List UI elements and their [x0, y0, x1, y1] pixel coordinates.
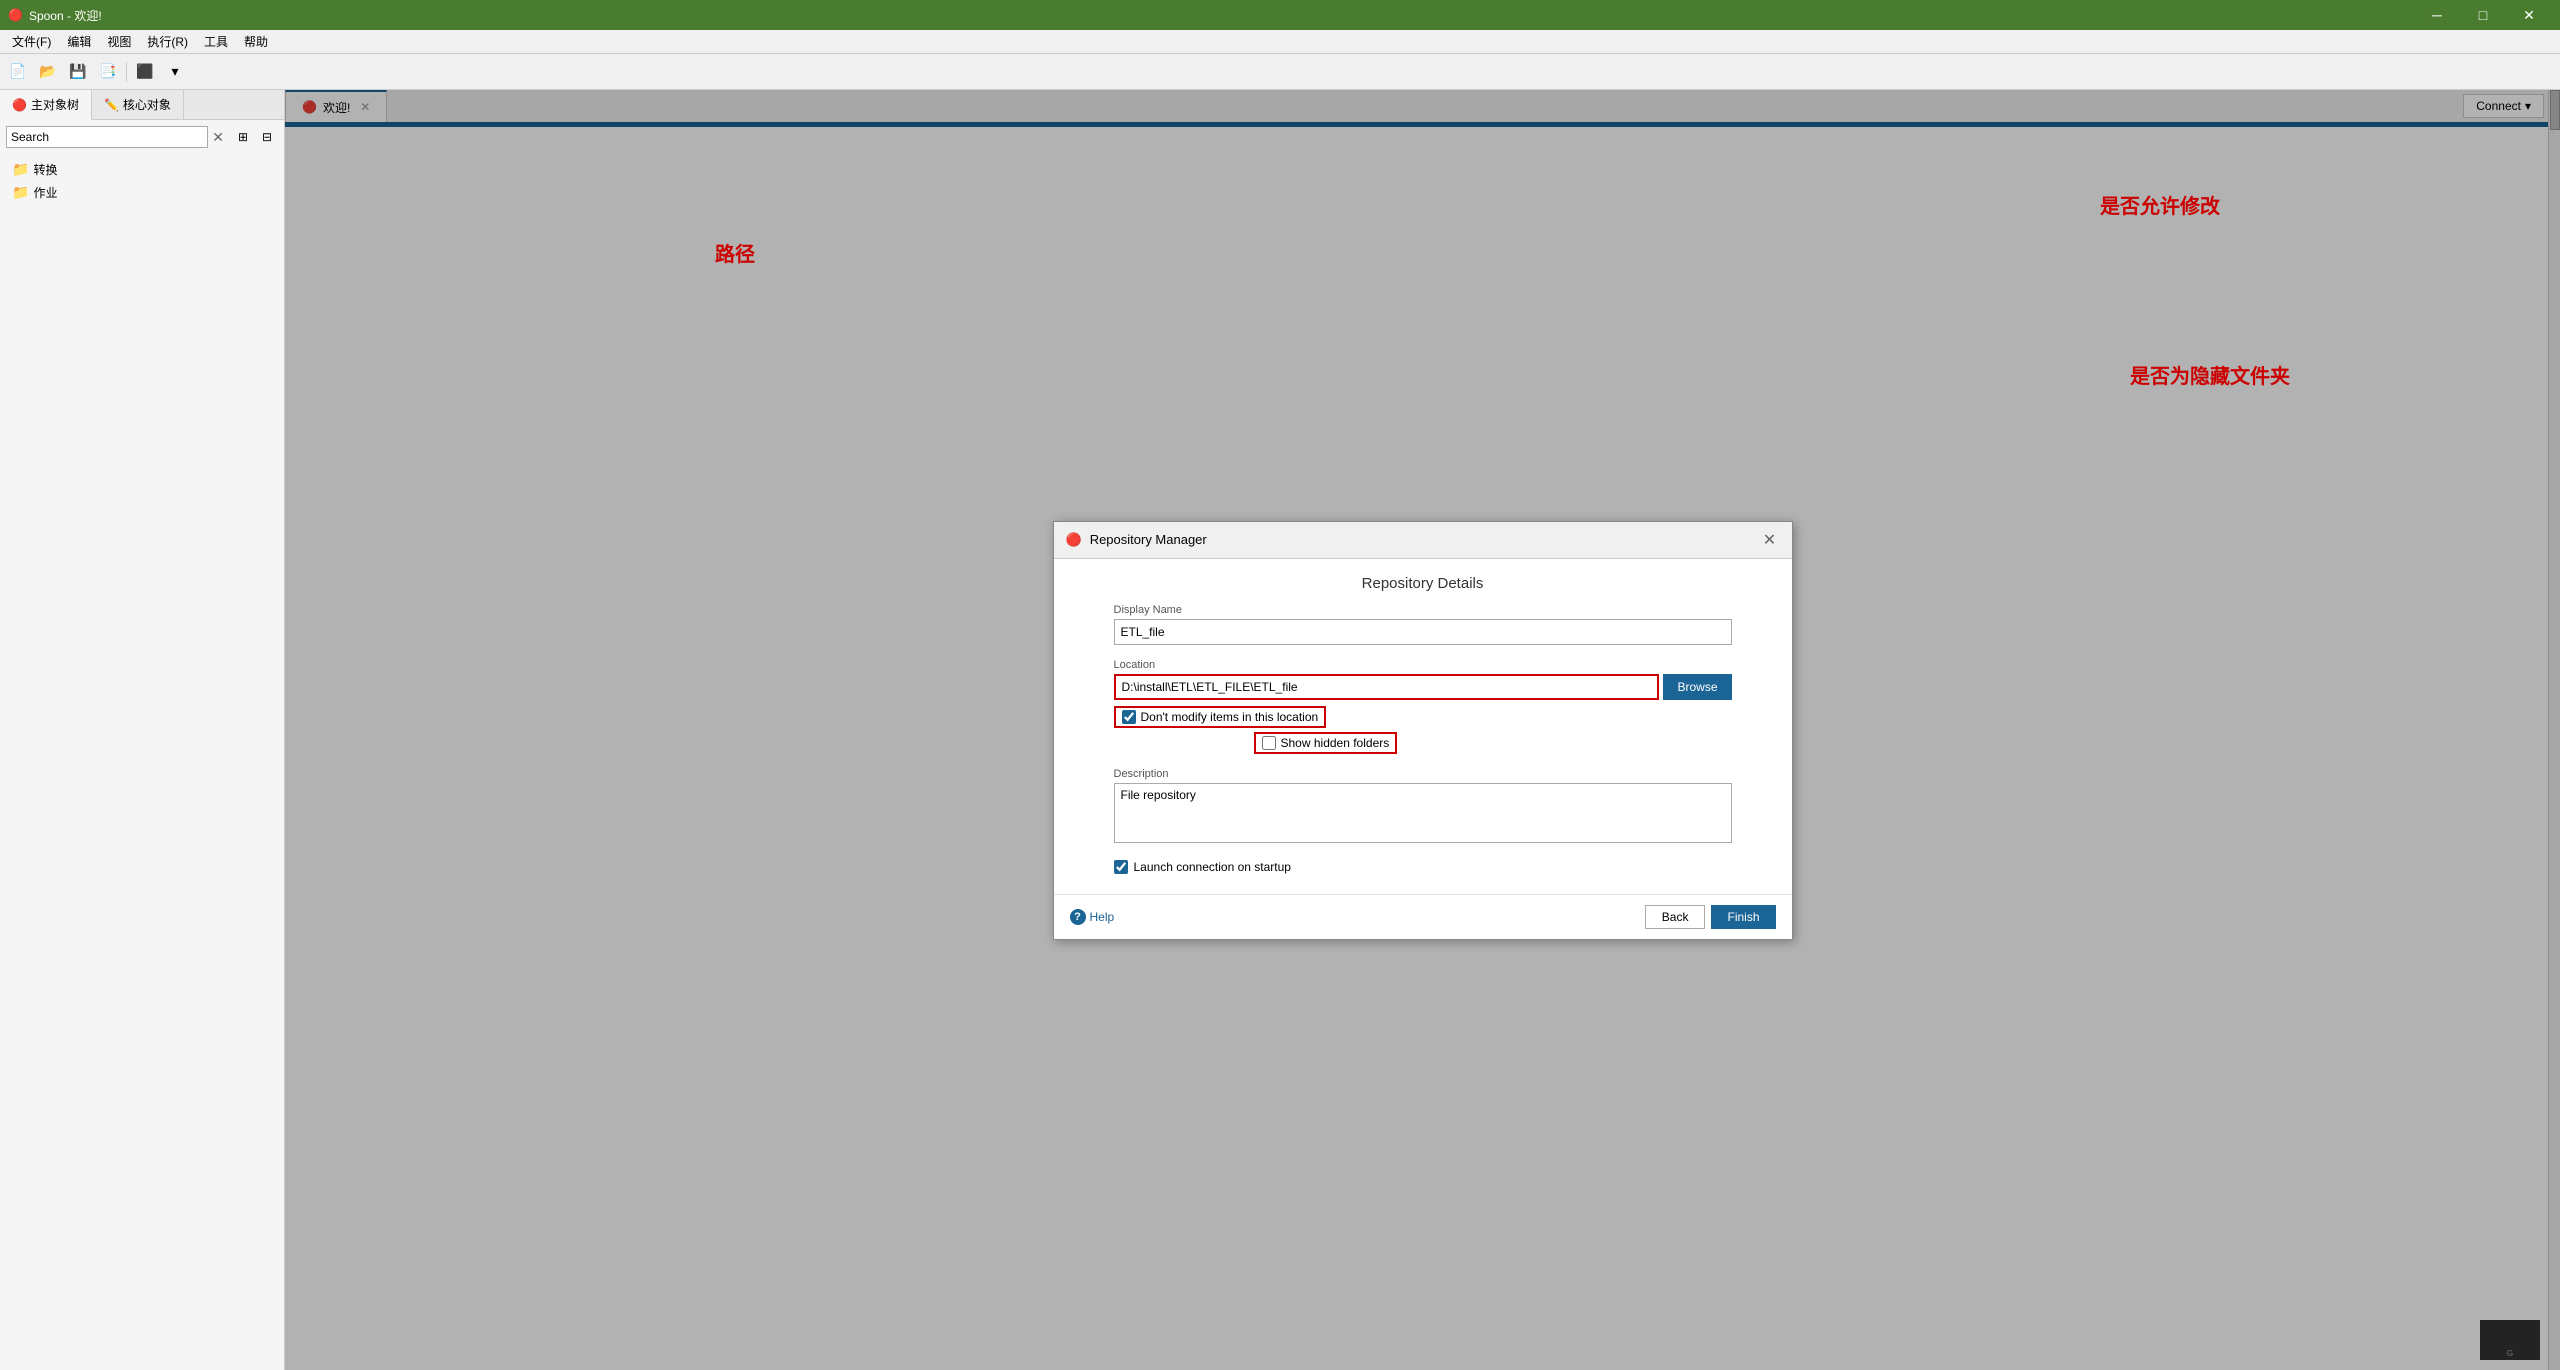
show-hidden-row: Show hidden folders: [1254, 732, 1732, 754]
app-icon: 🔴: [8, 8, 23, 22]
startup-row: Launch connection on startup: [1114, 860, 1732, 874]
location-group: Location Browse Don't modify items in th…: [1114, 659, 1732, 754]
annotation-modify-area: 是否允许修改: [2100, 190, 2220, 219]
toolbar-new[interactable]: 📄: [4, 58, 32, 86]
main-objects-label: 主对象树: [31, 96, 79, 113]
tree-items: 📁 转换 📁 作业: [0, 154, 284, 208]
dont-modify-checkbox-container: Don't modify items in this location: [1114, 706, 1327, 728]
annotation-path: 路径: [715, 244, 755, 266]
core-objects-label: 核心对象: [123, 96, 171, 113]
toolbar-sep-1: [126, 62, 127, 82]
location-row: Browse: [1114, 674, 1732, 700]
close-button[interactable]: ✕: [2506, 0, 2552, 30]
description-group: Description File repository: [1114, 768, 1732, 846]
left-tabs: 🔴 主对象树 ✏️ 核心对象: [0, 90, 284, 120]
menu-run[interactable]: 执行(R): [139, 31, 196, 52]
modal-close-button[interactable]: ✕: [1760, 530, 1780, 550]
core-objects-icon: ✏️: [104, 98, 119, 112]
display-name-label: Display Name: [1114, 604, 1732, 616]
minimize-button[interactable]: ─: [2414, 0, 2460, 30]
modal-body: Display Name Location Browse: [1054, 604, 1792, 894]
main-objects-icon: 🔴: [12, 98, 27, 112]
footer-buttons: Back Finish: [1645, 905, 1776, 929]
menu-help[interactable]: 帮助: [236, 31, 276, 52]
annotation-hidden: 是否为隐藏文件夹: [2130, 366, 2290, 388]
modal-title-bar: Repository Manager: [1090, 532, 1207, 547]
toolbar-saveas[interactable]: 📑: [94, 58, 122, 86]
folder-icon: 📁: [12, 184, 29, 201]
tab-main-objects[interactable]: 🔴 主对象树: [0, 90, 92, 120]
help-icon: ?: [1070, 909, 1086, 925]
menu-file[interactable]: 文件(F): [4, 31, 59, 52]
maximize-button[interactable]: □: [2460, 0, 2506, 30]
dont-modify-checkbox[interactable]: [1122, 710, 1136, 724]
description-label: Description: [1114, 768, 1732, 780]
help-label: Help: [1090, 910, 1115, 924]
modal-icon: 🔴: [1066, 532, 1082, 548]
search-input[interactable]: [6, 126, 208, 148]
toolbar-save[interactable]: 💾: [64, 58, 92, 86]
back-button[interactable]: Back: [1645, 905, 1706, 929]
search-clear-icon[interactable]: ✕: [212, 129, 224, 146]
menu-view[interactable]: 视图: [99, 31, 139, 52]
modal-footer: ? Help Back Finish: [1054, 894, 1792, 939]
toolbar-dropdown[interactable]: ▾: [161, 58, 189, 86]
startup-label: Launch connection on startup: [1134, 860, 1291, 874]
annotation-hidden-area: 是否为隐藏文件夹: [2130, 360, 2290, 389]
toolbar-open[interactable]: 📂: [34, 58, 62, 86]
location-input[interactable]: [1114, 674, 1660, 700]
main-layout: 🔴 主对象树 ✏️ 核心对象 ✕ ⊞ ⊟ 📁 转换 📁 作业: [0, 90, 2560, 1370]
dont-modify-label: Don't modify items in this location: [1141, 710, 1319, 724]
description-textarea[interactable]: File repository: [1114, 783, 1732, 843]
toolbar-layers[interactable]: ⬛: [131, 58, 159, 86]
browse-button[interactable]: Browse: [1663, 674, 1731, 700]
annotation-modify: 是否允许修改: [2100, 196, 2220, 218]
modal-overlay: 路径 是否允许修改 是否为隐藏文件夹 🔴 Repository Manager …: [285, 90, 2560, 1370]
annotation-path-area: 路径: [715, 238, 755, 267]
tree-collapse-icon[interactable]: ⊟: [256, 126, 278, 148]
repository-manager-dialog: 🔴 Repository Manager ✕ Repository Detail…: [1053, 521, 1793, 940]
dont-modify-row: Don't modify items in this location: [1114, 706, 1732, 728]
modal-dialog-title: Repository Details: [1054, 559, 1792, 604]
show-hidden-checkbox-container: Show hidden folders: [1254, 732, 1398, 754]
help-link[interactable]: ? Help: [1070, 909, 1115, 925]
finish-button[interactable]: Finish: [1711, 905, 1775, 929]
title-bar: 🔴 Spoon - 欢迎! ─ □ ✕: [0, 0, 2560, 30]
show-hidden-checkbox[interactable]: [1262, 736, 1276, 750]
content-area: 🔴 欢迎! ✕ Connect ▾ 路径: [285, 90, 2560, 1370]
display-name-input[interactable]: [1114, 619, 1732, 645]
menu-edit[interactable]: 编辑: [59, 31, 99, 52]
tree-expand-icon[interactable]: ⊞: [232, 126, 254, 148]
modal-header: 🔴 Repository Manager ✕: [1054, 522, 1792, 559]
folder-icon: 📁: [12, 161, 29, 178]
tree-item-label: 作业: [33, 184, 57, 201]
tree-item-label: 转换: [33, 161, 57, 178]
tree-item-job[interactable]: 📁 作业: [8, 181, 276, 204]
menu-bar: 文件(F) 编辑 视图 执行(R) 工具 帮助: [0, 30, 2560, 54]
toolbar: 📄 📂 💾 📑 ⬛ ▾: [0, 54, 2560, 90]
show-hidden-label: Show hidden folders: [1281, 736, 1390, 750]
display-name-group: Display Name: [1114, 604, 1732, 645]
tree-controls: ⊞ ⊟: [232, 126, 278, 148]
app-title: Spoon - 欢迎!: [29, 7, 102, 24]
menu-tools[interactable]: 工具: [196, 31, 236, 52]
location-label: Location: [1114, 659, 1732, 671]
startup-checkbox[interactable]: [1114, 860, 1128, 874]
left-panel: 🔴 主对象树 ✏️ 核心对象 ✕ ⊞ ⊟ 📁 转换 📁 作业: [0, 90, 285, 1370]
tab-core-objects[interactable]: ✏️ 核心对象: [92, 90, 184, 119]
tree-item-transform[interactable]: 📁 转换: [8, 158, 276, 181]
search-bar: ✕ ⊞ ⊟: [0, 120, 284, 154]
